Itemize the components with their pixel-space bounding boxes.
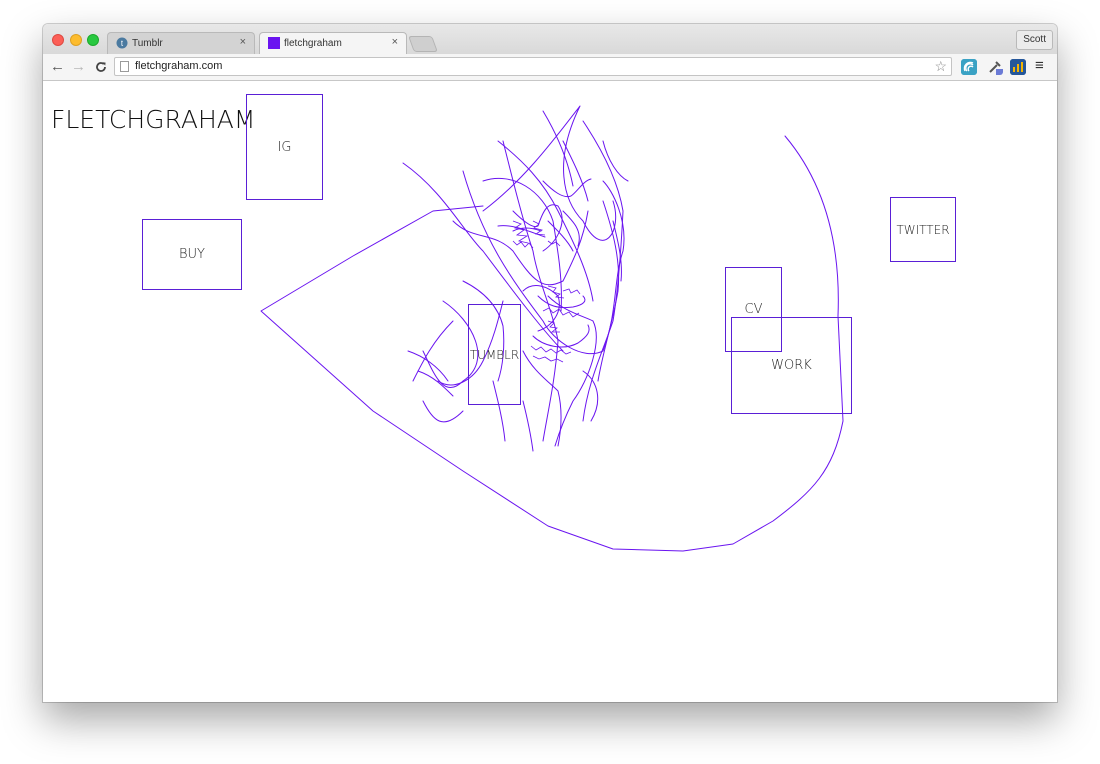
extension-chart-icon[interactable] [1010,59,1026,75]
extension-wave-icon[interactable] [961,59,977,75]
tab-close-icon[interactable]: × [240,36,246,48]
page-icon [120,61,129,72]
tumblr-favicon-icon: t [116,37,128,49]
minimize-window-button[interactable] [70,34,82,46]
zoom-window-button[interactable] [87,34,99,46]
forward-arrow-icon[interactable]: → [71,58,86,76]
browser-window: t Tumblr × fletchgraham × Scott ← → flet… [43,24,1057,702]
tab-close-icon[interactable]: × [392,36,398,48]
tumblr-link[interactable]: TUMBLR [468,304,521,405]
ig-link[interactable]: IG [246,94,323,200]
buy-link[interactable]: BUY [142,219,242,290]
site-favicon-icon [268,37,280,49]
tab-title: Tumblr [132,38,163,49]
close-window-button[interactable] [52,34,64,46]
menu-icon[interactable]: ≡ [1035,57,1044,74]
tab-tumblr[interactable]: t Tumblr × [107,32,255,54]
twitter-link[interactable]: TWITTER [890,197,956,262]
address-bar[interactable]: fletchgraham.com ☆ [114,57,952,76]
tab-strip: t Tumblr × fletchgraham × Scott [43,24,1057,55]
scribble-drawing [260,105,844,552]
site-title: FLETCHGRAHAM [51,105,256,134]
browser-toolbar: ← → fletchgraham.com ☆ ≡ [43,54,1057,81]
page-viewport: FLETCHGRAHAM IG BUY TUMBLR CV WORK TWITT… [43,81,1057,702]
extension-dropper-icon[interactable] [987,59,1003,75]
reload-icon[interactable] [94,60,108,74]
url-text: fletchgraham.com [135,60,223,72]
back-arrow-icon[interactable]: ← [50,58,65,76]
bookmark-star-icon[interactable]: ☆ [934,58,947,75]
work-link[interactable]: WORK [731,317,852,414]
new-tab-button[interactable] [408,36,438,52]
tab-title: fletchgraham [284,38,342,49]
profile-button[interactable]: Scott [1016,30,1053,50]
tab-fletchgraham[interactable]: fletchgraham × [259,32,407,55]
